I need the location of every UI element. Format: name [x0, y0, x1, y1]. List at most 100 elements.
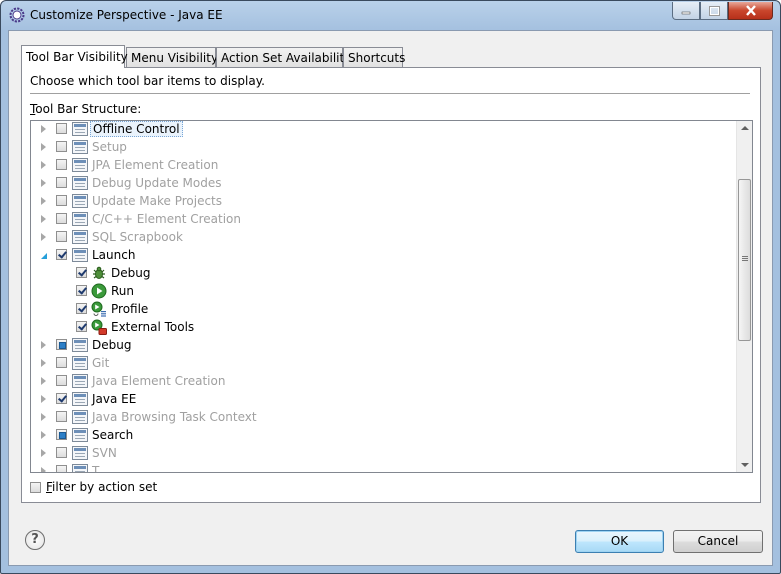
tree-item-label: Debug — [111, 266, 151, 280]
toolbar-icon — [72, 140, 88, 154]
tree-item-label: SQL Scrapbook — [92, 230, 183, 244]
tab-tool-bar-visibility[interactable]: Tool Bar Visibility — [21, 45, 128, 68]
tree-item-checkbox[interactable] — [56, 411, 67, 422]
tree-item-checkbox[interactable] — [56, 357, 67, 368]
collapsed-arrow-icon[interactable] — [41, 341, 46, 349]
tree-item[interactable]: Offline Control — [31, 121, 736, 138]
tree-item-checkbox[interactable] — [76, 285, 87, 296]
tree-item-checkbox[interactable] — [76, 267, 87, 278]
dialog-window: Customize Perspective - Java EE Tool Bar… — [0, 0, 781, 574]
collapsed-arrow-icon[interactable] — [41, 215, 46, 223]
tree-item[interactable]: Launch — [31, 246, 736, 264]
tree-item[interactable]: Setup — [31, 138, 736, 156]
tree-item[interactable]: Debug — [31, 336, 736, 354]
ok-button[interactable]: OK — [575, 530, 664, 553]
minimize-icon — [681, 11, 691, 14]
scroll-grip-icon — [742, 256, 748, 257]
title-bar[interactable]: Customize Perspective - Java EE — [1, 1, 780, 29]
tree-item-checkbox[interactable] — [56, 123, 67, 134]
collapsed-arrow-icon[interactable] — [41, 431, 46, 439]
scroll-down-arrow-icon[interactable] — [741, 463, 749, 467]
tree-item[interactable]: T... — [31, 462, 736, 472]
close-window-button[interactable] — [728, 2, 773, 20]
toolbar-icon — [72, 248, 88, 262]
collapsed-arrow-icon[interactable] — [41, 143, 46, 151]
collapsed-arrow-icon[interactable] — [41, 413, 46, 421]
tree-item-checkbox[interactable] — [76, 303, 87, 314]
tree-item-label: Setup — [92, 140, 127, 154]
tree-item[interactable]: Debug Update Modes — [31, 174, 736, 192]
tree-item[interactable]: Update Make Projects — [31, 192, 736, 210]
toolbar-icon — [72, 194, 88, 208]
collapsed-arrow-icon[interactable] — [41, 395, 46, 403]
collapsed-arrow-icon[interactable] — [41, 161, 46, 169]
tree-item-label: Java Element Creation — [92, 374, 226, 388]
minimize-button[interactable] — [672, 2, 700, 20]
collapsed-arrow-icon[interactable] — [41, 377, 46, 385]
collapsed-arrow-icon[interactable] — [41, 179, 46, 187]
toolbar-icon — [72, 176, 88, 190]
tree-item[interactable]: JPA Element Creation — [31, 156, 736, 174]
cancel-button[interactable]: Cancel — [673, 530, 763, 553]
tree-item-label: Update Make Projects — [92, 194, 223, 208]
tree-item[interactable]: Git — [31, 354, 736, 372]
toolbar-icon — [72, 122, 88, 136]
tree-item-checkbox[interactable] — [56, 141, 67, 152]
toolbar-icon — [72, 158, 88, 172]
tree-item-checkbox[interactable] — [56, 213, 67, 224]
tree-item[interactable]: SVN — [31, 444, 736, 462]
tree-item-label: JPA Element Creation — [92, 158, 219, 172]
tree-item-checkbox[interactable] — [56, 339, 67, 350]
scroll-thumb[interactable] — [738, 179, 751, 341]
filter-label: Filter by action set — [46, 480, 158, 494]
tree-item-checkbox[interactable] — [56, 429, 67, 440]
tree-item[interactable]: Run — [31, 282, 736, 300]
maximize-button[interactable] — [700, 2, 728, 20]
collapsed-arrow-icon[interactable] — [41, 449, 46, 457]
tab-action-set-availability[interactable]: Action Set Availability — [216, 47, 351, 67]
tab-shortcuts[interactable]: Shortcuts — [343, 47, 405, 67]
tree-item[interactable]: Profile — [31, 300, 736, 318]
tree-item[interactable]: Java Element Creation — [31, 372, 736, 390]
dialog-client-area: Tool Bar Visibility Menu Visibility Acti… — [8, 30, 773, 566]
tree-item-checkbox[interactable] — [56, 159, 67, 170]
tree-item-checkbox[interactable] — [56, 231, 67, 242]
tree-item-checkbox[interactable] — [76, 321, 87, 332]
collapsed-arrow-icon[interactable] — [41, 359, 46, 367]
vertical-scrollbar[interactable] — [736, 121, 752, 472]
tree-item-checkbox[interactable] — [56, 465, 67, 472]
tree-item-label: External Tools — [111, 320, 195, 334]
tab-menu-visibility[interactable]: Menu Visibility — [126, 47, 218, 67]
tree-item-label: T... — [92, 464, 110, 472]
tree-item-label: Debug Update Modes — [92, 176, 222, 190]
tree-item-label: Search — [92, 428, 134, 442]
tree-item[interactable]: Java Browsing Task Context — [31, 408, 736, 426]
expanded-arrow-icon[interactable] — [41, 253, 47, 259]
collapsed-arrow-icon[interactable] — [41, 197, 46, 205]
tree-item[interactable]: Search — [31, 426, 736, 444]
tree-item-checkbox[interactable] — [56, 393, 67, 404]
tool-bar-structure-label: Tool Bar Structure: — [30, 102, 142, 116]
tree-item[interactable]: C/C++ Element Creation — [31, 210, 736, 228]
collapsed-arrow-icon[interactable] — [41, 467, 46, 472]
toolbar-icon — [72, 230, 88, 244]
tree-item-checkbox[interactable] — [56, 249, 67, 260]
help-icon[interactable]: ? — [25, 530, 45, 550]
tree-item[interactable]: Java EE — [31, 390, 736, 408]
filter-checkbox[interactable] — [30, 482, 41, 493]
tree-item-checkbox[interactable] — [56, 447, 67, 458]
tree-rows: Offline Control Setup JPA Element Creation… — [31, 121, 736, 472]
tool-bar-visibility-panel: Choose which tool bar items to display. … — [21, 67, 761, 503]
tree-item-checkbox[interactable] — [56, 375, 67, 386]
tree-item[interactable]: External Tools — [31, 318, 736, 336]
scroll-up-arrow-icon[interactable] — [741, 126, 749, 130]
tree-item[interactable]: SQL Scrapbook — [31, 228, 736, 246]
tool-bar-structure-tree[interactable]: Offline Control Setup JPA Element Creation… — [30, 120, 753, 473]
tree-item-checkbox[interactable] — [56, 195, 67, 206]
maximize-icon — [708, 5, 720, 16]
tree-item-checkbox[interactable] — [56, 177, 67, 188]
collapsed-arrow-icon[interactable] — [41, 233, 46, 241]
tree-item[interactable]: Debug — [31, 264, 736, 282]
collapsed-arrow-icon[interactable] — [41, 125, 46, 133]
tree-item-label: Java Browsing Task Context — [92, 410, 257, 424]
